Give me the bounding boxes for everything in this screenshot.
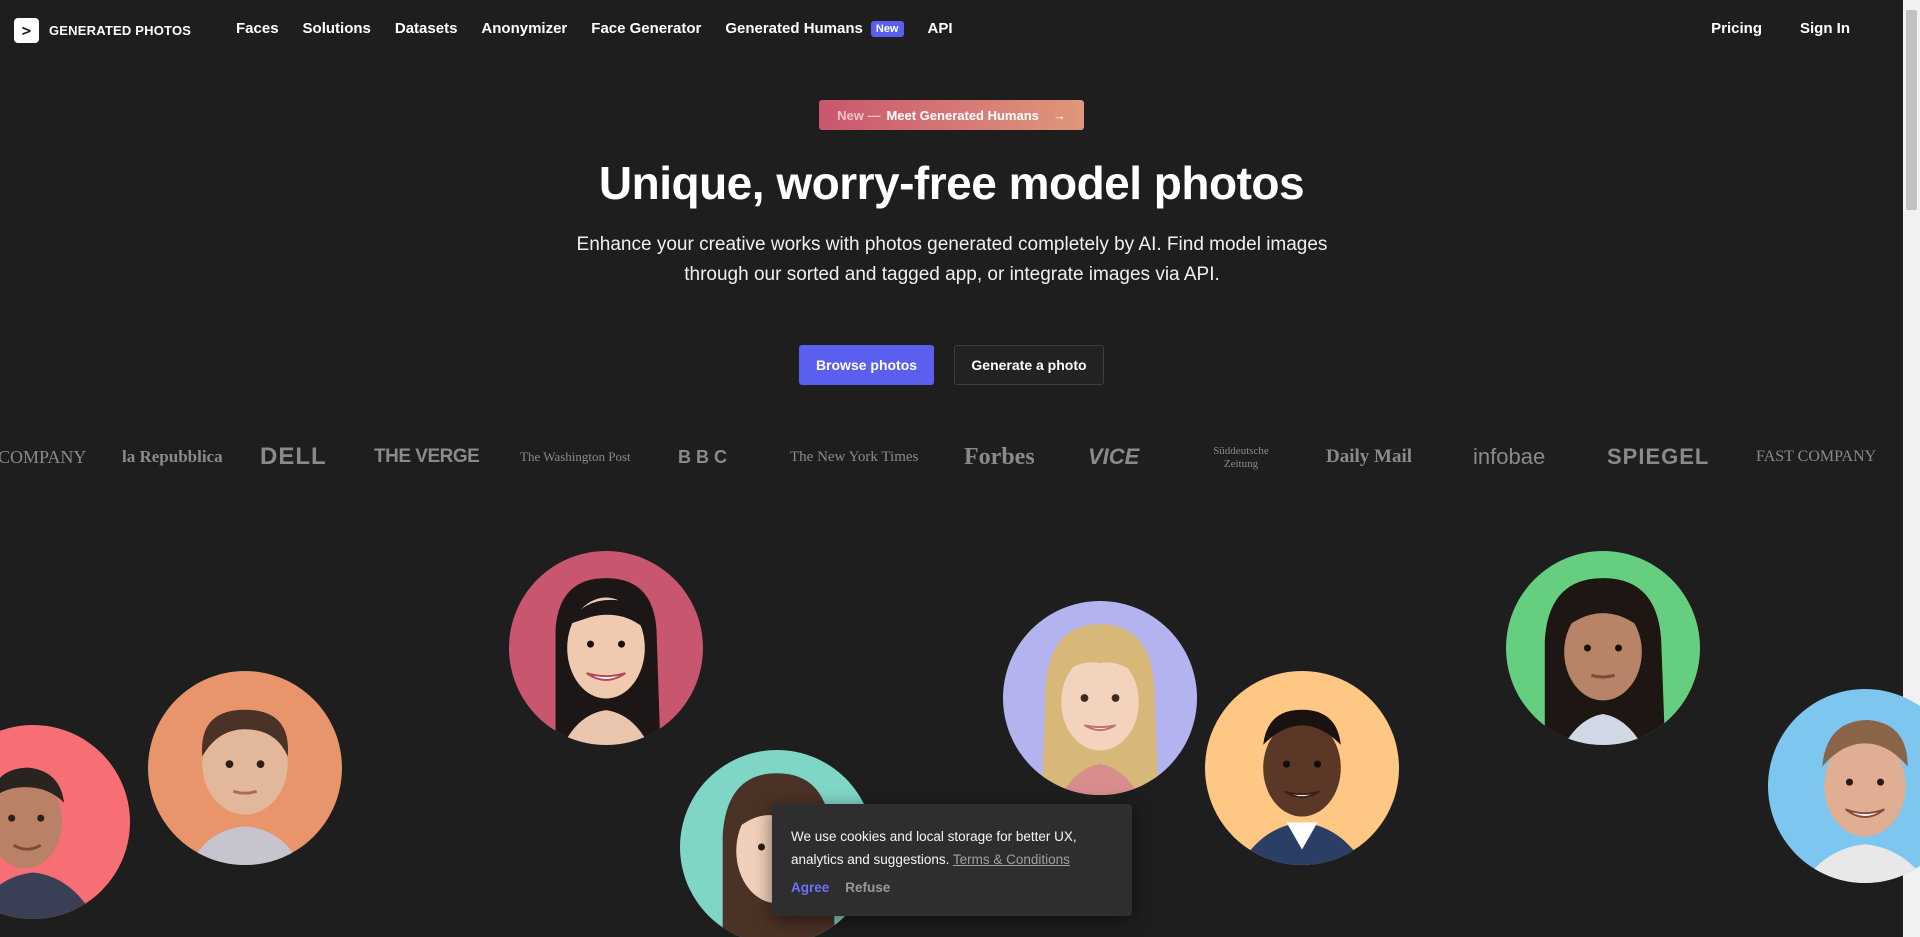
press-logo-daily-mail: Daily Mail xyxy=(1326,446,1413,467)
face-portrait-icon xyxy=(1003,601,1197,795)
generate-photo-button[interactable]: Generate a photo xyxy=(954,345,1104,385)
nav-right: Pricing Sign In xyxy=(1711,20,1850,37)
nav-link-generated-humans-label: Generated Humans xyxy=(725,20,863,37)
nav-link-datasets[interactable]: Datasets xyxy=(395,20,458,37)
nav-link-faces[interactable]: Faces xyxy=(236,20,279,37)
cookie-text-block: We use cookies and local storage for bet… xyxy=(791,825,1113,871)
press-logo-fast-company: FAST COMPANY xyxy=(1756,448,1877,465)
face-girl-lavender[interactable] xyxy=(1003,601,1197,795)
press-logo-washington-post: The Washington Post xyxy=(520,449,631,464)
face-portrait-icon xyxy=(1768,689,1920,883)
refuse-button[interactable]: Refuse xyxy=(845,880,890,895)
press-logo-forbes: Forbes xyxy=(964,444,1035,470)
press-logo-nyt: The New York Times xyxy=(790,449,919,465)
press-logo-vice: VICE xyxy=(1088,444,1140,469)
face-boy-orange[interactable] xyxy=(148,671,342,865)
scrollbar-thumb[interactable] xyxy=(1906,10,1917,210)
press-logo-spiegel: SPIEGEL xyxy=(1607,444,1710,469)
press-logo-sueddeutsche: Süddeutsche Zeitung xyxy=(1213,445,1269,470)
pricing-link[interactable]: Pricing xyxy=(1711,20,1762,37)
face-man-peach[interactable] xyxy=(1205,671,1399,865)
face-girl-green[interactable] xyxy=(1506,551,1700,745)
nav-link-solutions[interactable]: Solutions xyxy=(303,20,371,37)
top-navigation: > GENERATED PHOTOS Faces Solutions Datas… xyxy=(0,0,1898,60)
nav-link-face-generator[interactable]: Face Generator xyxy=(591,20,701,37)
press-logo-bbc: BBC xyxy=(678,447,732,467)
nav-links: Faces Solutions Datasets Anonymizer Face… xyxy=(236,20,977,37)
press-logo-dell: DELL xyxy=(260,443,327,470)
promo-prefix: New — xyxy=(837,107,881,123)
logo-icon: > xyxy=(14,18,39,43)
cookie-consent-banner: We use cookies and local storage for bet… xyxy=(772,804,1132,916)
hero-subtitle-line-1: Enhance your creative works with photos … xyxy=(576,234,1328,255)
arrow-right-icon: → xyxy=(1052,107,1066,123)
face-portrait-icon xyxy=(0,725,130,919)
press-logo-the-verge: THE VERGE xyxy=(374,446,480,467)
press-logo-fast-company-partial: COMPANY xyxy=(0,447,87,467)
hero-subtitle: Enhance your creative works with photos … xyxy=(560,230,1344,290)
press-logo-infobae: infobae xyxy=(1473,444,1546,469)
face-man-blue[interactable] xyxy=(1768,689,1920,883)
nav-link-anonymizer[interactable]: Anonymizer xyxy=(481,20,567,37)
brand-logo[interactable]: > GENERATED PHOTOS xyxy=(14,18,191,43)
face-woman-pink[interactable] xyxy=(509,551,703,745)
browse-photos-button[interactable]: Browse photos xyxy=(799,345,934,385)
nav-link-generated-humans[interactable]: Generated Humans New xyxy=(725,20,904,37)
face-portrait-icon xyxy=(148,671,342,865)
nav-link-api[interactable]: API xyxy=(928,20,953,37)
face-portrait-icon xyxy=(1205,671,1399,865)
terms-conditions-link[interactable]: Terms & Conditions xyxy=(953,852,1070,867)
promo-text: Meet Generated Humans xyxy=(886,107,1039,123)
face-portrait-icon xyxy=(1506,551,1700,745)
face-man-red[interactable] xyxy=(0,725,130,919)
sign-in-link[interactable]: Sign In xyxy=(1800,20,1850,37)
press-logo-la-repubblica: la Repubblica xyxy=(122,447,223,466)
promo-banner[interactable]: New — Meet Generated Humans → xyxy=(819,100,1084,130)
brand-name: GENERATED PHOTOS xyxy=(49,23,192,38)
face-portrait-icon xyxy=(509,551,703,745)
agree-button[interactable]: Agree xyxy=(791,880,829,895)
hero-title: Unique, worry-free model photos xyxy=(598,157,1305,209)
cookie-actions: Agree Refuse xyxy=(791,880,1113,895)
new-badge: New xyxy=(870,20,904,37)
press-logos-strip: COMPANY la Repubblica DELL THE VERGE The… xyxy=(0,440,1900,474)
hero-subtitle-line-2: through our sorted and tagged app, or in… xyxy=(684,264,1220,285)
